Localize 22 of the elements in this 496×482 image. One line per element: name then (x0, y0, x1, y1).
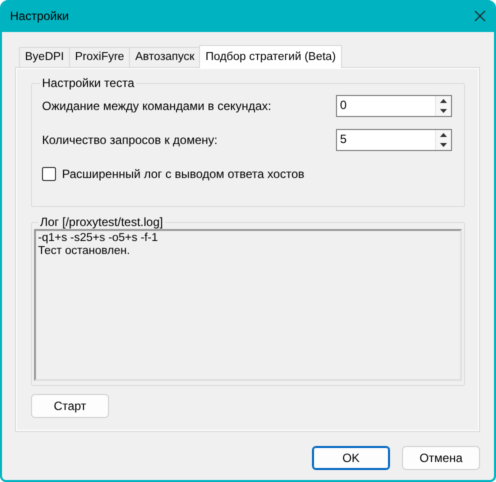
checkbox-label: Расширенный лог с выводом ответа хостов (62, 167, 304, 181)
window-title: Настройки (10, 9, 69, 23)
tab[interactable]: Подбор стратегий (Beta) (199, 45, 342, 68)
down-arrow-icon[interactable] (440, 109, 447, 113)
tab[interactable]: ByeDPI (19, 47, 70, 68)
up-arrow-icon[interactable] (440, 99, 447, 103)
field-label: Ожидание между командами в секундах: (42, 99, 272, 113)
start-button[interactable]: Старт (31, 394, 109, 418)
field-label: Количество запросов к домену: (42, 133, 218, 147)
group-title: Лог [/proxytest/test.log] (39, 215, 164, 229)
up-arrow-icon[interactable] (440, 133, 447, 137)
number-spinner[interactable]: 5 (336, 129, 452, 151)
cancel-button[interactable]: Отмена (402, 446, 480, 470)
down-arrow-icon[interactable] (440, 143, 447, 147)
log-line: Тест остановлен. (38, 245, 131, 258)
log-line: -q1+s -s25+s -o5+s -f-1 (38, 232, 159, 245)
log-area[interactable]: -q1+s -s25+s -o5+s -f-1 Тест остановлен. (34, 229, 462, 381)
ok-button[interactable]: OK (312, 446, 390, 470)
number-spinner[interactable]: 0 (336, 95, 452, 117)
checkbox[interactable] (42, 167, 56, 181)
close-icon[interactable] (474, 10, 486, 22)
group-title: Настройки теста (41, 76, 136, 90)
